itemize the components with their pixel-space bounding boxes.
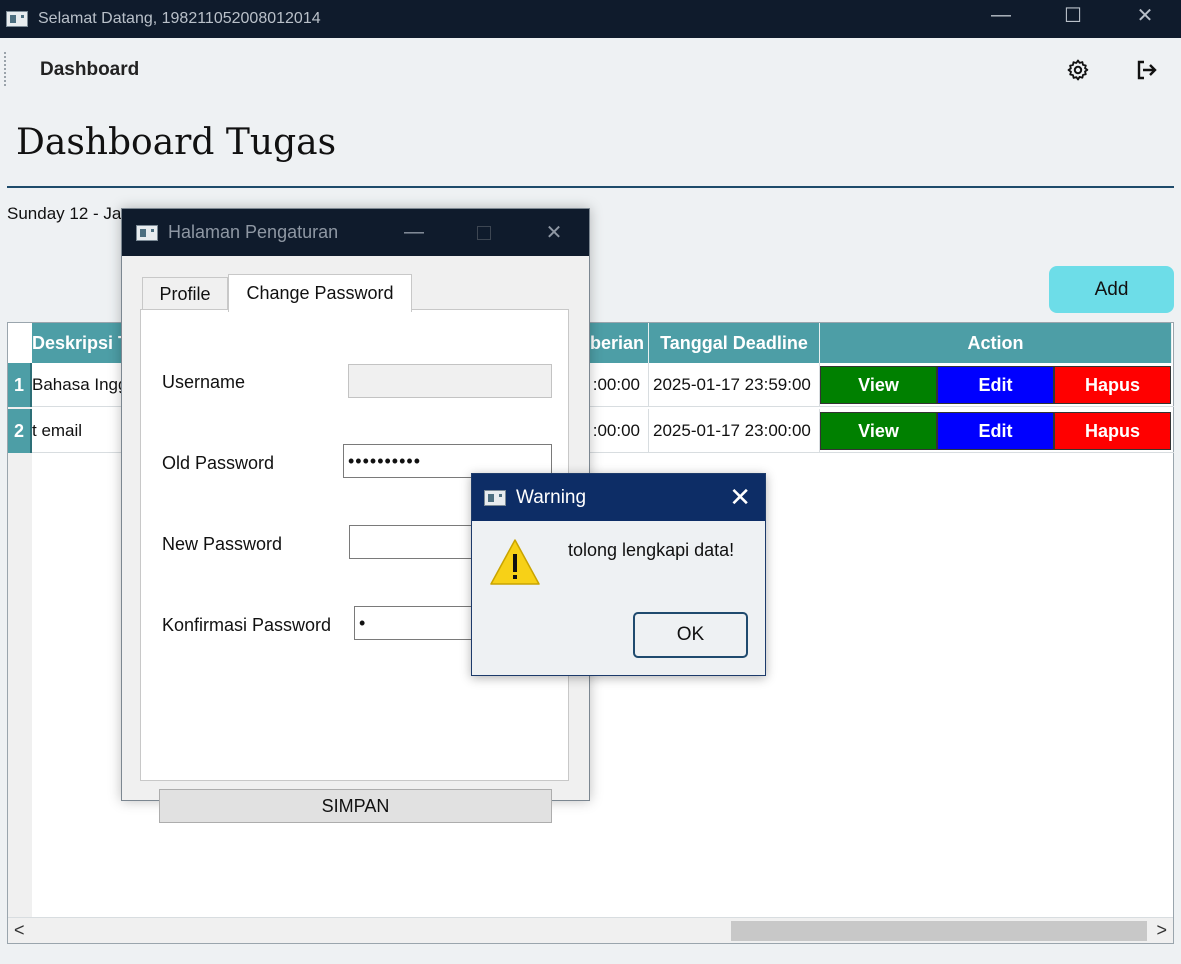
app-icon	[6, 11, 28, 27]
date-label: Sunday 12 - Ja	[7, 204, 122, 223]
tab-profile[interactable]: Profile	[142, 277, 228, 310]
window-controls: — ☐ ✕	[965, 0, 1181, 38]
maximize-button[interactable]: ☐	[1037, 0, 1109, 30]
view-button[interactable]: View	[820, 366, 937, 404]
heading-divider	[7, 186, 1174, 188]
tab-change-password[interactable]: Change Password	[228, 274, 412, 312]
scrollbar-thumb[interactable]	[731, 921, 1147, 941]
cell-deadline[interactable]: 2025-01-17 23:59:00	[649, 363, 820, 407]
edit-button[interactable]: Edit	[937, 366, 1054, 404]
confirm-password-label: Konfirmasi Password	[162, 615, 332, 635]
dashboard-tab[interactable]: Dashboard	[40, 59, 139, 81]
cell-deadline[interactable]: 2025-01-17 23:00:00	[649, 409, 820, 453]
old-password-label: Old Password	[162, 453, 275, 473]
toolbar: Dashboard	[0, 38, 1181, 102]
hapus-button[interactable]: Hapus	[1054, 366, 1171, 404]
app-icon	[136, 224, 158, 241]
add-button[interactable]: Add	[1049, 266, 1174, 313]
settings-dialog-titlebar: Halaman Pengaturan — ✕	[122, 209, 589, 256]
close-button[interactable]: ✕	[729, 482, 751, 513]
window-titlebar: Selamat Datang, 198211052008012014 — ☐ ✕	[0, 0, 1181, 38]
row-number[interactable]: 2	[8, 409, 32, 453]
warning-icon	[489, 538, 541, 591]
dialog-controls: — ✕	[379, 209, 589, 256]
scroll-right-icon[interactable]: >	[1156, 920, 1167, 941]
col-header-action[interactable]: Action	[820, 323, 1172, 363]
logout-icon[interactable]	[1132, 56, 1160, 84]
warning-dialog-title: Warning	[516, 486, 587, 508]
warning-dialog: Warning ✕ tolong lengkapi data! OK	[471, 473, 766, 676]
minimize-button[interactable]: —	[965, 0, 1037, 30]
close-button[interactable]: ✕	[1109, 0, 1181, 30]
settings-dialog-title: Halaman Pengaturan	[168, 222, 339, 242]
view-button[interactable]: View	[820, 412, 937, 450]
edit-button[interactable]: Edit	[937, 412, 1054, 450]
scroll-left-icon[interactable]: <	[14, 920, 25, 941]
maximize-button[interactable]	[449, 209, 519, 256]
username-field[interactable]	[348, 364, 552, 398]
gear-icon[interactable]	[1064, 56, 1092, 84]
simpan-button[interactable]: SIMPAN	[159, 789, 552, 823]
toolbar-grip[interactable]	[4, 52, 6, 88]
col-header-deadline[interactable]: Tanggal Deadline	[649, 323, 820, 363]
row-number[interactable]: 1	[8, 363, 32, 407]
new-password-label: New Password	[162, 534, 283, 554]
warning-message: tolong lengkapi data!	[568, 540, 735, 560]
window-title: Selamat Datang, 198211052008012014	[38, 10, 321, 27]
hapus-button[interactable]: Hapus	[1054, 412, 1171, 450]
warning-dialog-titlebar: Warning	[472, 474, 765, 521]
horizontal-scrollbar[interactable]: < >	[8, 917, 1173, 943]
username-label: Username	[162, 372, 246, 392]
app-icon	[484, 489, 506, 506]
minimize-button[interactable]: —	[379, 209, 449, 256]
close-button[interactable]: ✕	[519, 209, 589, 256]
ok-button[interactable]: OK	[633, 612, 748, 658]
page-title: Dashboard Tugas	[16, 122, 337, 163]
